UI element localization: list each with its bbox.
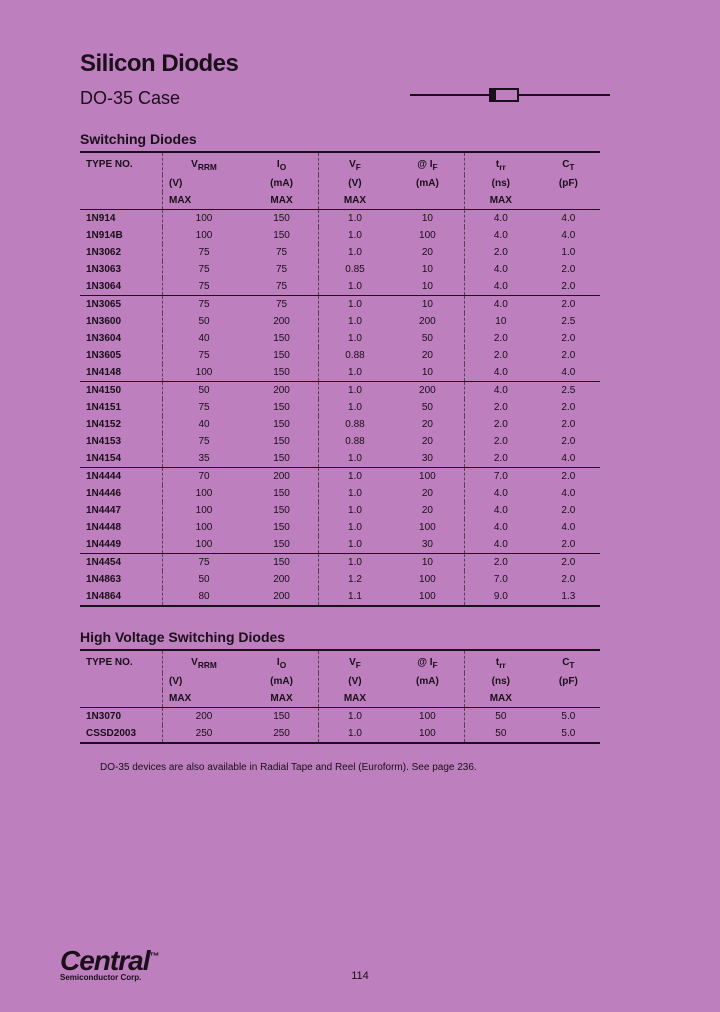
table-row: 1N9141001501.0104.04.0 — [80, 210, 600, 228]
table-row: 1N4454751501.0102.02.0 — [80, 554, 600, 572]
section2-title: High Voltage Switching Diodes — [80, 629, 660, 645]
table-row: 1N41481001501.0104.04.0 — [80, 364, 600, 382]
table-row: 1N306475751.0104.02.0 — [80, 278, 600, 296]
table-row: CSSD20032502501.0100505.0 — [80, 725, 600, 743]
table-row: 1N44481001501.01004.04.0 — [80, 519, 600, 536]
table-row: 1N30702001501.0100505.0 — [80, 708, 600, 726]
col-vrrm: VRRM — [163, 152, 246, 175]
col-vf: VF — [319, 152, 391, 175]
high-voltage-table: TYPE NO. VRRM IO VF @ IF trr CT (V) (mA)… — [80, 649, 600, 744]
table-row: 1N4153751500.88202.02.0 — [80, 433, 600, 450]
table-row: 1N44461001501.0204.04.0 — [80, 485, 600, 502]
table-row: 1N306275751.0202.01.0 — [80, 244, 600, 261]
table-row: 1N44471001501.0204.02.0 — [80, 502, 600, 519]
diode-symbol-icon — [410, 85, 610, 105]
footnote: DO-35 devices are also available in Radi… — [100, 762, 660, 773]
table-row: 1N44491001501.0304.02.0 — [80, 536, 600, 554]
table-row: 1N4154351501.0302.04.0 — [80, 450, 600, 468]
page-number: 114 — [351, 970, 369, 982]
footer: Central™ Semiconductor Corp. 114 — [60, 945, 660, 982]
col-type: TYPE NO. — [80, 650, 163, 708]
col-type: TYPE NO. — [80, 152, 163, 210]
switching-diodes-table: TYPE NO. VRRM IO VF @ IF trr CT (V) (mA)… — [80, 151, 600, 607]
table-row: 1N306375750.85104.02.0 — [80, 261, 600, 278]
col-io: IO — [245, 152, 319, 175]
table-row: 1N3600502001.0200102.5 — [80, 313, 600, 330]
table-row: 1N4863502001.21007.02.0 — [80, 571, 600, 588]
table-row: 1N4864802001.11009.01.3 — [80, 588, 600, 606]
table-row: 1N3604401501.0502.02.0 — [80, 330, 600, 347]
table-row: 1N4151751501.0502.02.0 — [80, 399, 600, 416]
col-if: @ IF — [391, 152, 465, 175]
col-trr: trr — [464, 152, 536, 175]
table-row: 1N4150502001.02004.02.5 — [80, 382, 600, 400]
table-row: 1N3605751500.88202.02.0 — [80, 347, 600, 364]
table-row: 1N4444702001.01007.02.0 — [80, 468, 600, 486]
page-title: Silicon Diodes — [80, 50, 660, 78]
col-ct: CT — [537, 152, 600, 175]
section1-title: Switching Diodes — [80, 131, 660, 147]
table-row: 1N4152401500.88202.02.0 — [80, 416, 600, 433]
table-row: 1N306575751.0104.02.0 — [80, 296, 600, 314]
table-row: 1N914B1001501.01004.04.0 — [80, 227, 600, 244]
